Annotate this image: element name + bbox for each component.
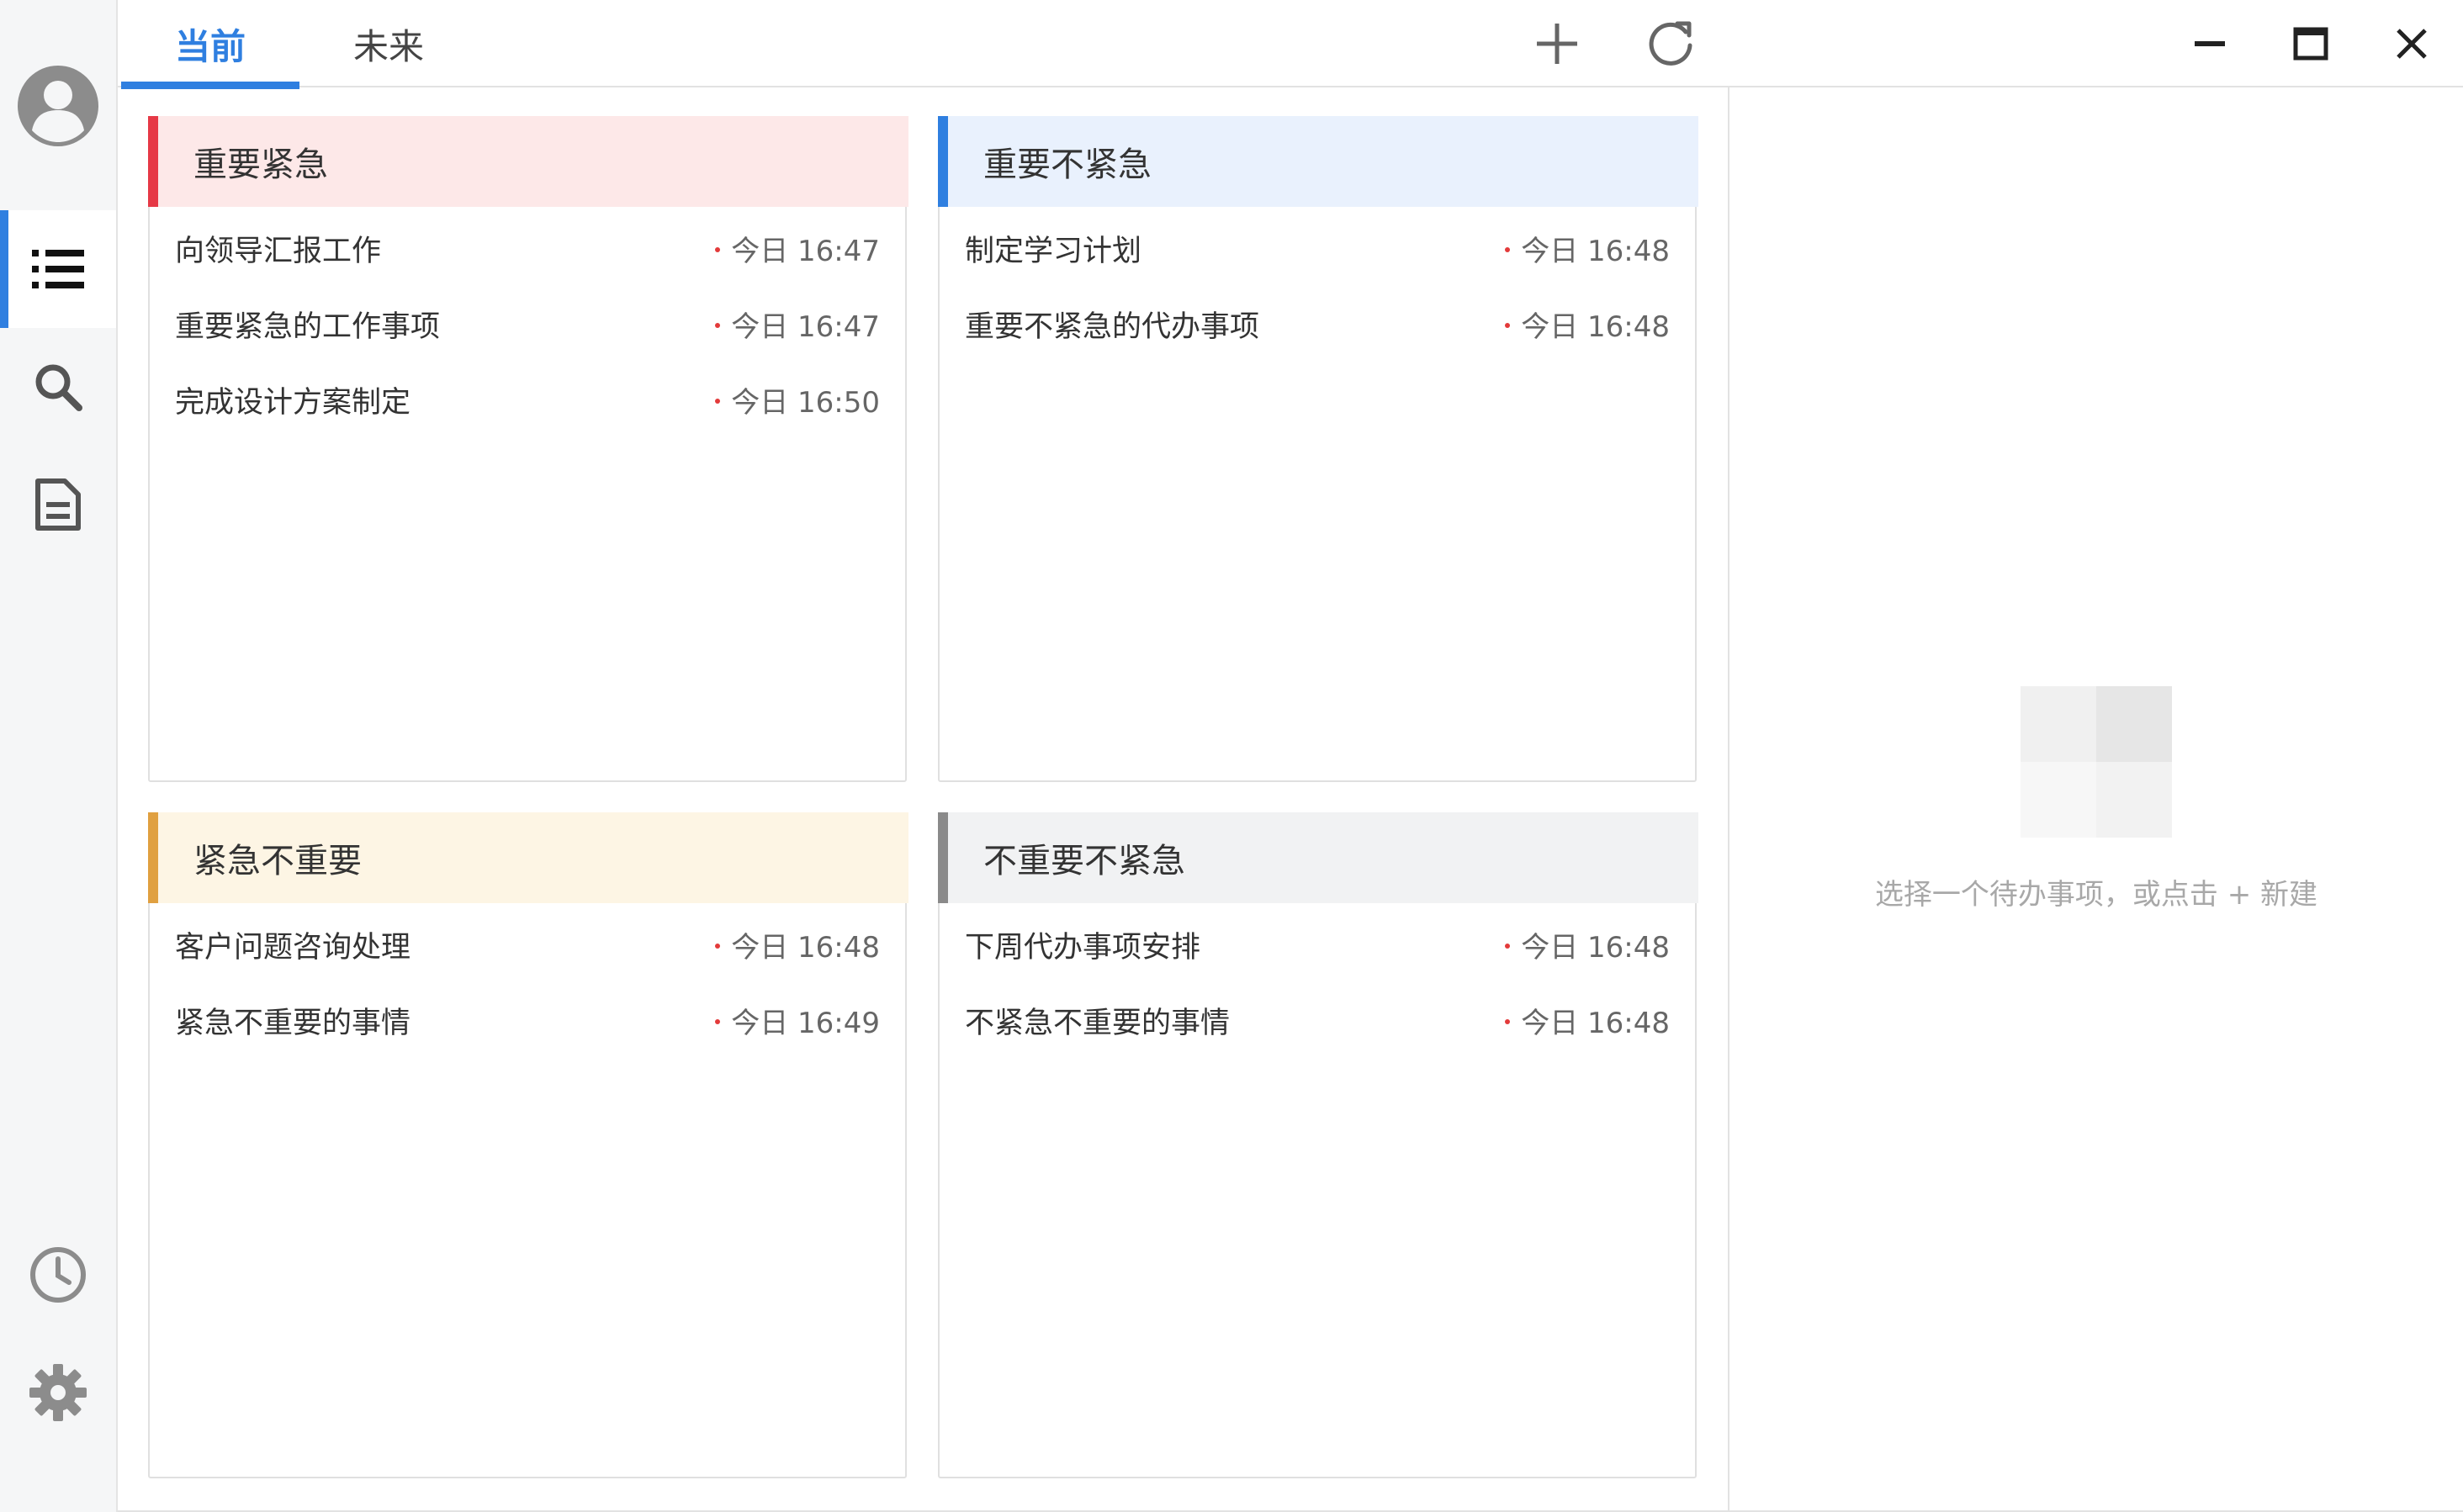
todo-text: 紧急不重要的事情 [175, 1006, 411, 1040]
quadrant-title: 重要紧急 [193, 145, 328, 184]
quadrant-title: 不重要不紧急 [983, 842, 1185, 880]
todo-text: 制定学习计划 [965, 234, 1142, 268]
quadrant-header: 重要紧急 [148, 116, 908, 207]
priority-dot [1505, 323, 1510, 328]
quadrant-header: 紧急不重要 [148, 812, 908, 903]
nav-item-search[interactable] [0, 328, 116, 446]
quadrant-title: 紧急不重要 [193, 842, 362, 880]
nav-item-list[interactable] [0, 210, 116, 328]
tab-future[interactable]: 未来 [299, 0, 478, 87]
empty-state-image [2021, 686, 2172, 838]
priority-dot [1505, 944, 1510, 949]
todo-text: 重要不紧急的代办事项 [965, 309, 1260, 344]
quadrant-header: 不重要不紧急 [938, 812, 1698, 903]
todo-item[interactable]: 下周代办事项安排 今日 16:48 [940, 907, 1695, 982]
todo-text: 不紧急不重要的事情 [965, 1006, 1231, 1040]
todo-text: 完成设计方案制定 [175, 385, 411, 420]
todo-list: 向领导汇报工作 今日 16:47 重要紧急的工作事项 今日 16:47 完成设计… [150, 210, 905, 437]
todo-time: 今日 16:48 [1521, 234, 1670, 268]
todo-time: 今日 16:48 [1521, 930, 1670, 965]
todo-list: 制定学习计划 今日 16:48 重要不紧急的代办事项 今日 16:48 [940, 210, 1695, 362]
todo-item[interactable]: 重要不紧急的代办事项 今日 16:48 [940, 286, 1695, 362]
minimize-icon [2195, 41, 2225, 46]
todo-time: 今日 16:48 [1521, 1006, 1670, 1040]
close-button[interactable] [2381, 13, 2442, 74]
history-icon [30, 1247, 86, 1303]
priority-dot [715, 944, 720, 949]
close-icon [2397, 29, 2427, 59]
todo-item[interactable]: 客户问题咨询处理 今日 16:48 [150, 907, 905, 982]
refresh-button[interactable] [1640, 13, 1701, 74]
quadrant-accent [938, 116, 948, 207]
priority-dot [715, 399, 720, 404]
quadrant-not-important-not-urgent: 不重要不紧急 下周代办事项安排 今日 16:48 不紧急不重要的事情 今日 16… [938, 812, 1698, 1478]
tab-label: 当前 [174, 25, 246, 67]
todo-text: 向领导汇报工作 [175, 234, 382, 268]
quadrant-title: 重要不紧急 [983, 145, 1152, 184]
priority-dot [1505, 247, 1510, 252]
todo-text: 下周代办事项安排 [965, 930, 1201, 965]
todo-item[interactable]: 向领导汇报工作 今日 16:47 [150, 210, 905, 286]
quadrant-accent [148, 812, 158, 903]
nav-item-notes[interactable] [0, 446, 116, 563]
priority-dot [715, 323, 720, 328]
todo-text: 客户问题咨询处理 [175, 930, 411, 965]
todo-item[interactable]: 不紧急不重要的事情 今日 16:48 [940, 982, 1695, 1058]
todo-time: 今日 16:48 [731, 930, 880, 965]
nav-item-history[interactable] [0, 1216, 116, 1334]
tab-current[interactable]: 当前 [121, 0, 299, 89]
refresh-icon [1649, 21, 1692, 66]
add-button[interactable] [1527, 13, 1587, 74]
priority-dot [715, 1019, 720, 1024]
todo-item[interactable]: 紧急不重要的事情 今日 16:49 [150, 982, 905, 1058]
plus-icon [1537, 24, 1577, 64]
quadrant-urgent-not-important: 紧急不重要 客户问题咨询处理 今日 16:48 紧急不重要的事情 今日 16:4… [148, 812, 908, 1478]
todo-time: 今日 16:47 [731, 309, 880, 344]
avatar[interactable] [0, 47, 116, 165]
todo-list: 客户问题咨询处理 今日 16:48 紧急不重要的事情 今日 16:49 [150, 907, 905, 1058]
todo-time: 今日 16:50 [731, 385, 880, 420]
todo-item[interactable]: 完成设计方案制定 今日 16:50 [150, 362, 905, 437]
todo-item[interactable]: 制定学习计划 今日 16:48 [940, 210, 1695, 286]
avatar-icon [18, 66, 98, 146]
search-icon [35, 364, 82, 411]
quadrant-header: 重要不紧急 [938, 116, 1698, 207]
todo-time: 今日 16:47 [731, 234, 880, 268]
todo-item[interactable]: 重要紧急的工作事项 今日 16:47 [150, 286, 905, 362]
priority-dot [715, 247, 720, 252]
maximize-button[interactable] [2280, 13, 2341, 74]
quadrant-accent [148, 116, 158, 207]
nav-rail [0, 0, 118, 1512]
top-bar: 当前 未来 [118, 0, 2463, 89]
maximize-icon [2293, 27, 2328, 61]
quadrant-important-not-urgent: 重要不紧急 制定学习计划 今日 16:48 重要不紧急的代办事项 今日 16:4… [938, 116, 1698, 782]
nav-item-settings[interactable] [0, 1334, 116, 1451]
quadrant-important-urgent: 重要紧急 向领导汇报工作 今日 16:47 重要紧急的工作事项 今日 16:47… [148, 116, 908, 782]
todo-list: 下周代办事项安排 今日 16:48 不紧急不重要的事情 今日 16:48 [940, 907, 1695, 1058]
quadrant-accent [938, 812, 948, 903]
tab-label: 未来 [352, 25, 424, 67]
priority-dot [1505, 1019, 1510, 1024]
todo-time: 今日 16:49 [731, 1006, 880, 1040]
todo-time: 今日 16:48 [1521, 309, 1670, 344]
document-icon [35, 478, 81, 531]
list-icon [32, 250, 84, 288]
todo-text: 重要紧急的工作事项 [175, 309, 441, 344]
empty-state-hint: 选择一个待办事项，或点击 + 新建 [1874, 878, 2318, 912]
minimize-button[interactable] [2180, 13, 2240, 74]
settings-icon [29, 1364, 87, 1421]
pane-divider[interactable] [1728, 87, 1729, 1512]
